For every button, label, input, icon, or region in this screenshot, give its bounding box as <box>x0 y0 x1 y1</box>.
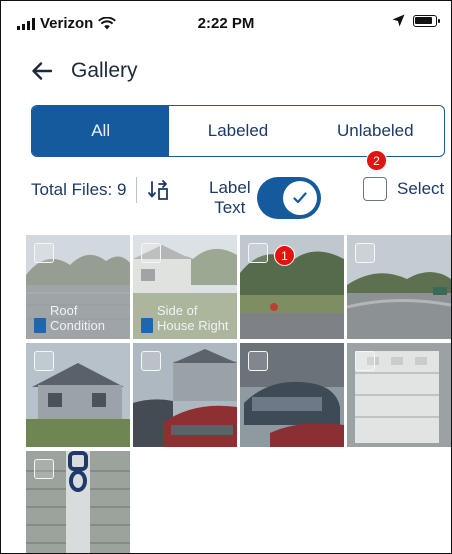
photo-checkbox[interactable] <box>248 243 268 263</box>
photo-checkbox[interactable] <box>34 243 54 263</box>
photo-tile[interactable] <box>133 343 237 447</box>
page-title: Gallery <box>71 59 138 82</box>
photo-checkbox[interactable] <box>34 351 54 371</box>
sort-icon[interactable] <box>147 179 169 201</box>
status-bar: Verizon 2:22 PM <box>1 1 451 41</box>
photo-tile[interactable]: Side of House Right <box>133 235 237 339</box>
photo-checkbox[interactable] <box>355 243 375 263</box>
toggle-label-line1: Label <box>209 178 251 197</box>
tab-labeled[interactable]: Labeled <box>169 106 306 156</box>
status-time: 2:22 PM <box>197 15 255 32</box>
total-files-text: Total Files: 9 <box>31 180 127 199</box>
select-checkbox[interactable] <box>363 177 387 201</box>
arrow-left-icon[interactable] <box>31 60 53 82</box>
photo-tile[interactable] <box>347 235 451 339</box>
photo-label: Side of House Right <box>141 303 233 333</box>
photo-tile[interactable] <box>240 343 344 447</box>
phone-screen: Verizon 2:22 PM Gallery All Labeled Unla… <box>0 0 452 554</box>
select-label: Select <box>397 179 445 198</box>
toggle-knob <box>282 181 317 215</box>
photo-tile[interactable]: 1 <box>240 235 344 339</box>
tab-all[interactable]: All <box>32 106 170 156</box>
label-tag-icon <box>141 318 153 333</box>
photo-label-text: Roof Condition <box>50 303 105 333</box>
battery-icon <box>413 14 440 27</box>
label-text-toggle-group: Label Text <box>209 177 321 219</box>
annotation-badge: 2 <box>366 150 387 171</box>
label-tag-icon <box>34 318 46 333</box>
tab-unlabeled[interactable]: Unlabeled <box>307 106 444 156</box>
label-text-toggle[interactable] <box>256 177 321 219</box>
toggle-label-line2: Text <box>214 198 246 217</box>
select-all-control[interactable]: Select <box>363 177 444 201</box>
page-header: Gallery <box>31 59 138 83</box>
annotation-badge: 1 <box>274 245 295 266</box>
divider <box>136 177 138 203</box>
photo-label: Roof Condition <box>34 303 126 333</box>
photo-label-text: Side of House Right <box>157 303 229 333</box>
location-arrow-icon <box>392 14 405 27</box>
photo-tile[interactable]: Roof Condition <box>26 235 130 339</box>
photo-tile[interactable] <box>26 451 130 553</box>
photo-tile[interactable] <box>26 343 130 447</box>
photo-checkbox[interactable] <box>355 351 375 371</box>
photo-checkbox[interactable] <box>141 243 161 263</box>
filter-tabs: All Labeled Unlabeled <box>31 105 445 157</box>
toggle-label: Label Text <box>209 178 251 218</box>
photo-checkbox[interactable] <box>141 351 161 371</box>
status-right <box>392 14 440 27</box>
photo-checkbox[interactable] <box>34 459 54 479</box>
photo-checkbox[interactable] <box>248 351 268 371</box>
photo-tile[interactable] <box>347 343 451 447</box>
file-count-area: Total Files: 9 <box>31 177 169 203</box>
checkmark-icon <box>293 192 307 204</box>
photo-grid: Roof Condition Side of House Right 1 <box>26 235 451 553</box>
